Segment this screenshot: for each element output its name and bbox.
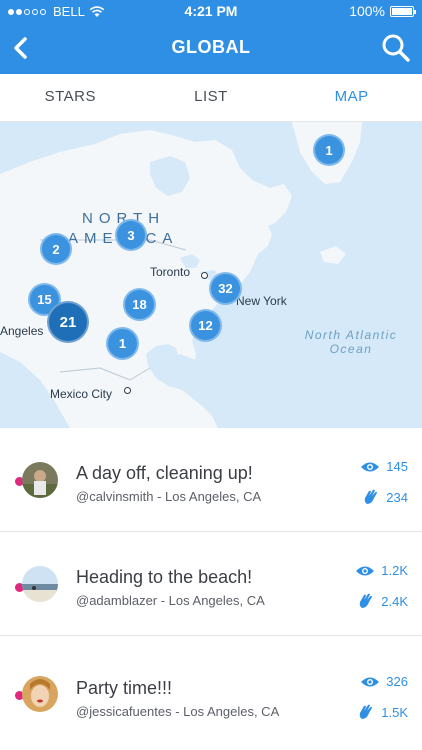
likes-stat: 2.4K: [357, 592, 408, 610]
views-stat: 326: [360, 674, 408, 689]
battery-percent: 100%: [349, 3, 385, 19]
avatar: [22, 566, 58, 602]
post-title: Party time!!!: [76, 678, 173, 698]
post-subtitle: @adamblazer - Los Angeles, CA: [76, 593, 265, 608]
eye-icon: [361, 462, 380, 471]
views-stat: 1.2K: [355, 563, 408, 578]
views-stat: 145: [360, 459, 408, 474]
segment-tabs: STARS LIST MAP: [0, 74, 422, 122]
map-cluster-marker[interactable]: 21: [47, 301, 89, 343]
eye-icon: [361, 677, 380, 686]
clap-icon: [360, 704, 373, 719]
avatar: [22, 676, 58, 712]
clap-icon: [365, 489, 378, 504]
post-subtitle: @jessicafuentes - Los Angeles, CA: [76, 704, 280, 719]
likes-count: 234: [386, 489, 408, 505]
eye-icon: [356, 566, 375, 575]
list-item[interactable]: A day off, cleaning up! @calvinsmith - L…: [0, 428, 422, 532]
search-icon[interactable]: [380, 32, 412, 64]
tab-stars[interactable]: STARS: [0, 74, 141, 121]
city-label-mexico-city: Mexico City: [50, 387, 113, 401]
likes-stat: 234: [362, 488, 408, 506]
ocean-label-line2: Ocean: [329, 342, 373, 356]
map-cluster-marker[interactable]: 32: [209, 272, 242, 305]
ocean-label: North Atlantic Ocean: [286, 328, 416, 356]
likes-count: 1.5K: [381, 704, 408, 720]
avatar: [22, 462, 58, 498]
views-count: 145: [386, 459, 408, 474]
battery-icon: [390, 5, 416, 17]
city-label-new-york: New York: [236, 294, 287, 308]
likes-stat: 1.5K: [357, 703, 408, 721]
city-label-angeles: Angeles: [0, 324, 44, 338]
views-count: 326: [386, 674, 408, 689]
map-cluster-marker[interactable]: 3: [115, 219, 147, 251]
city-marker-mexico-city: [124, 387, 131, 394]
page-title: GLOBAL: [171, 37, 251, 57]
map-cluster-marker[interactable]: 1: [313, 134, 345, 166]
status-bar: BELL 4:21 PM 100%: [0, 0, 422, 22]
map-cluster-marker[interactable]: 12: [189, 309, 222, 342]
battery-status: 100%: [349, 3, 416, 19]
city-label-toronto: Toronto: [150, 265, 191, 279]
map-land: [0, 122, 362, 428]
map-cluster-marker[interactable]: 2: [40, 233, 72, 265]
nav-bar: GLOBAL: [0, 22, 422, 74]
post-title: A day off, cleaning up!: [76, 463, 253, 483]
post-subtitle: @calvinsmith - Los Angeles, CA: [76, 489, 262, 504]
map-cluster-marker[interactable]: 18: [123, 288, 156, 321]
post-list: A day off, cleaning up! @calvinsmith - L…: [0, 428, 422, 740]
post-title: Heading to the beach!: [76, 567, 253, 587]
likes-count: 2.4K: [381, 593, 408, 609]
map-cluster-marker[interactable]: 1: [106, 327, 139, 360]
clap-icon: [360, 593, 373, 608]
ocean-label-line1: North Atlantic: [304, 328, 398, 342]
tab-map[interactable]: MAP: [281, 74, 422, 121]
tab-list[interactable]: LIST: [141, 74, 282, 121]
city-marker-toronto: [201, 272, 208, 279]
list-item[interactable]: Heading to the beach! @adamblazer - Los …: [0, 532, 422, 636]
views-count: 1.2K: [381, 563, 408, 578]
list-item[interactable]: Party time!!! @jessicafuentes - Los Ange…: [0, 636, 422, 740]
map-view[interactable]: NORTH AMERICA Toronto New York Angeles M…: [0, 122, 422, 428]
